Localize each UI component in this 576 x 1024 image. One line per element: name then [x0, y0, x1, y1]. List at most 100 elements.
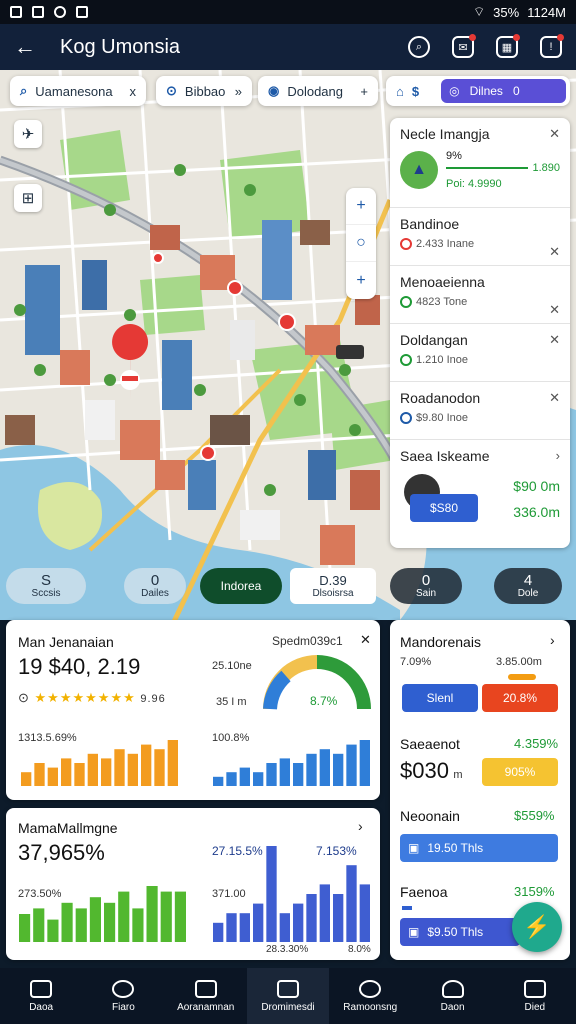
- close-icon[interactable]: ✕: [549, 126, 560, 142]
- list-item[interactable]: Necle Imangja ✕ ▲ 9% 1.890 Poi: 4.9990: [390, 118, 570, 208]
- value-unit: m: [453, 769, 463, 781]
- battery-text: 35%: [493, 4, 520, 20]
- red-button[interactable]: 20.8%: [482, 684, 558, 712]
- bar: [359, 884, 370, 942]
- nav-item-home[interactable]: Daoa: [0, 968, 82, 1024]
- close-icon[interactable]: ✕: [549, 332, 560, 348]
- rating-stars: ⊙ ★★★★★★★★ 9.96: [18, 690, 166, 705]
- nav-label: Fiaro: [112, 1001, 135, 1013]
- search-chip-location[interactable]: ⌕ Uamanesona x: [10, 76, 146, 106]
- layers-icon[interactable]: ⊞: [14, 184, 42, 212]
- list-item[interactable]: Roadanodon ✕ $9.80 Inoe: [390, 382, 570, 440]
- close-icon[interactable]: ✕: [360, 632, 371, 648]
- calendar-icon[interactable]: ▦: [496, 34, 520, 58]
- card-mid1: 25.10ne: [212, 660, 252, 672]
- list-item[interactable]: Doldangan ✕ 1.210 Inoe: [390, 324, 570, 382]
- chip-label: Sain: [415, 588, 436, 599]
- avatar: ▲: [400, 151, 438, 189]
- item-sub: $9.80 Inoe: [416, 412, 468, 424]
- list-item[interactable]: Bandinoe ✕ 2.433 Inane: [390, 208, 570, 266]
- quick-chip-active[interactable]: Indorea: [200, 568, 282, 604]
- nav-label: Died: [524, 1001, 546, 1013]
- close-icon[interactable]: ✕: [549, 244, 560, 260]
- close-icon[interactable]: ✕: [549, 302, 560, 318]
- bar: [47, 767, 58, 786]
- blue-button[interactable]: Slenl: [402, 684, 478, 712]
- item-title: Doldangan: [400, 332, 468, 348]
- section-pct: 3159%: [514, 884, 555, 899]
- item-sub: 336.0m: [513, 504, 560, 520]
- list-item[interactable]: Saea Iskeame › $S80 $90 0m 336.0m: [390, 440, 570, 548]
- quick-chip[interactable]: S Sccsis: [6, 568, 86, 604]
- compass-icon[interactable]: ✈: [14, 120, 42, 148]
- button-label: $9.50 Thls: [427, 925, 484, 939]
- arrow-left-icon[interactable]: ←: [14, 34, 44, 60]
- item-action-button[interactable]: $S80: [410, 494, 478, 522]
- nav-item-docs[interactable]: Aoranamnan: [165, 968, 247, 1024]
- wifi-icon: ⌔: [472, 4, 486, 19]
- chevron-icon[interactable]: »: [235, 84, 242, 99]
- search-icon[interactable]: ⌕: [408, 36, 430, 58]
- bar: [346, 744, 357, 786]
- card-title: MamaMallmgne: [18, 820, 118, 836]
- add-icon[interactable]: +: [360, 84, 368, 99]
- quick-chip[interactable]: 0 Sain: [390, 568, 462, 604]
- action-fab[interactable]: ⚡: [512, 902, 562, 952]
- bar: [174, 891, 186, 942]
- bar: [101, 758, 112, 786]
- item-btn-label: $S80: [429, 501, 459, 515]
- zoom-out-button[interactable]: +: [346, 262, 376, 299]
- bar: [61, 758, 72, 786]
- nav-item-grid[interactable]: Dromimesdi: [246, 968, 330, 1024]
- yellow-button[interactable]: 905%: [482, 758, 558, 786]
- bar: [226, 772, 237, 786]
- bar: [127, 753, 138, 786]
- button-label: Slenl: [426, 691, 454, 705]
- app-bar: ← Kog Umonsia ⌕ ✉ ▦ !: [0, 24, 576, 70]
- message-icon[interactable]: ✉: [452, 34, 476, 58]
- quick-chip[interactable]: 4 Dole: [494, 568, 562, 604]
- bar: [346, 865, 357, 942]
- bar: [266, 846, 277, 942]
- close-icon[interactable]: x: [130, 84, 137, 99]
- locate-button[interactable]: ○: [346, 225, 376, 262]
- list-item[interactable]: Menoaeienna ✕ 4823 Tone: [390, 266, 570, 324]
- search-chip-date[interactable]: ⊙ Bibbao »: [156, 76, 252, 106]
- circle-icon: [54, 6, 66, 18]
- stats-card-primary[interactable]: Man Jenanaian Spedm039c1 ✕ 19 $40, 2.19 …: [6, 620, 380, 800]
- item-sub: Poi: 4.9990: [446, 178, 502, 190]
- bar: [114, 749, 125, 786]
- nav-item-explore[interactable]: Fiaro: [82, 968, 164, 1024]
- chip-label: Dailes: [141, 588, 169, 599]
- chevron-right-icon[interactable]: ›: [556, 448, 560, 463]
- page-title: Kog Umonsia: [60, 35, 181, 58]
- zoom-in-button[interactable]: +: [346, 188, 376, 225]
- blue-wide-button[interactable]: ▣ $9.50 Thls: [400, 918, 520, 946]
- quick-chip[interactable]: 0 Dailes: [124, 568, 186, 604]
- alert-icon[interactable]: !: [540, 34, 564, 58]
- photo-icon: [32, 6, 44, 18]
- nav-item-profile[interactable]: Daon: [411, 968, 493, 1024]
- chip-label: Dlsoisrsa: [312, 588, 354, 599]
- user-icon: [441, 979, 464, 998]
- button-label: 20.8%: [502, 691, 538, 705]
- stats-card-secondary[interactable]: MamaMallmgne › 37,965% 27.15.5% 7.153% 2…: [6, 808, 380, 960]
- filter-count: 0: [512, 84, 520, 98]
- nav-item-more[interactable]: Died: [494, 968, 576, 1024]
- chevron-right-icon[interactable]: ›: [550, 632, 555, 648]
- search-chip-place[interactable]: ◉ Dolodang +: [258, 76, 378, 106]
- nav-item-refresh[interactable]: Ramoonsng: [329, 968, 411, 1024]
- quick-chip[interactable]: D.39 Dlsoisrsa: [290, 568, 376, 604]
- bar: [293, 763, 304, 786]
- card-title: Man Jenanaian: [18, 634, 114, 650]
- chip-label: Sccsis: [31, 588, 61, 599]
- map-view[interactable]: ⌕ Uamanesona x ⊙ Bibbao » ◉ Dolodang + ⌂…: [0, 70, 576, 620]
- bar: [359, 740, 370, 786]
- top-right-toggle[interactable]: ⌂ $ ◎ Dilnes 0: [386, 76, 570, 106]
- chevron-right-icon[interactable]: ›: [358, 818, 363, 834]
- card-mid2: 35 I m: [216, 696, 247, 708]
- close-icon[interactable]: ✕: [549, 390, 560, 406]
- blue-wide-button[interactable]: ▣ 19.50 Thls: [400, 834, 558, 862]
- bar: [253, 903, 264, 942]
- filter-pill[interactable]: ◎ Dilnes 0: [441, 79, 566, 103]
